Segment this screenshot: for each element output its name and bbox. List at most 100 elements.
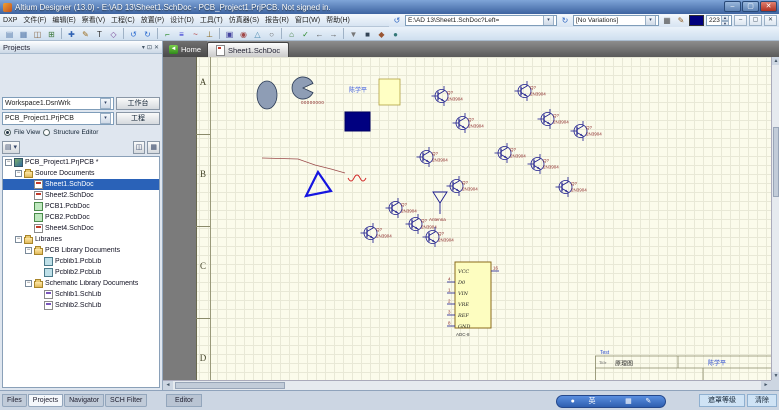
scroll-right-icon[interactable]: ►	[761, 381, 771, 390]
panel-tab-sch-filter[interactable]: SCH Filter	[105, 394, 147, 407]
panel-close-icon[interactable]: ✕	[154, 44, 159, 51]
transistor[interactable]: Q?2N3904	[423, 227, 455, 247]
minimize-button[interactable]: ‒	[724, 1, 741, 12]
toolbar-icon[interactable]: ≡	[175, 27, 188, 40]
tree-item[interactable]: Sheet1.SchDoc	[3, 179, 159, 190]
yellow-rectangle[interactable]	[379, 79, 400, 105]
spinner-arrows[interactable]: ▲▼	[721, 15, 729, 26]
maximize-button[interactable]: ▢	[742, 1, 759, 12]
toolbar-icon[interactable]: △	[251, 27, 264, 40]
transistor[interactable]: Q?2N3904	[453, 113, 485, 133]
panel-tab-navigator[interactable]: Navigator	[64, 394, 104, 407]
tree-expand-toggle[interactable]: −	[25, 280, 32, 287]
editor-tab[interactable]: Editor	[166, 394, 202, 407]
tab-sheet1[interactable]: Sheet1.SchDoc	[207, 42, 289, 57]
transistor[interactable]: Q?2N3904	[361, 223, 393, 243]
menu-item[interactable]: 仿真器(S)	[226, 15, 262, 25]
child-restore-button[interactable]: ▢	[749, 15, 762, 26]
toolbar-icon[interactable]: ◇	[107, 27, 120, 40]
toolbar-icon[interactable]: ⊥	[203, 27, 216, 40]
variations-combo[interactable]: [No Variations] ▾	[573, 15, 659, 26]
close-button[interactable]: ✕	[760, 1, 777, 12]
toolbar-icon[interactable]: ✎	[79, 27, 92, 40]
grid-icon[interactable]: ▦	[661, 15, 673, 26]
menu-item[interactable]: 文件(F)	[20, 15, 49, 25]
color-swatch[interactable]	[689, 15, 704, 26]
child-close-button[interactable]: ✕	[764, 15, 777, 26]
blue-triangle[interactable]	[306, 172, 331, 196]
transistor[interactable]: Q?2N3904	[515, 81, 547, 101]
toolbar-icon[interactable]: ⌐	[161, 27, 174, 40]
toolbar-icon[interactable]: ■	[361, 27, 374, 40]
navy-rectangle[interactable]	[345, 112, 370, 131]
tree-item[interactable]: −Source Documents	[3, 168, 159, 179]
chevron-down-icon[interactable]: ▾	[100, 98, 111, 109]
nav-back-icon[interactable]: ↺	[391, 15, 403, 26]
menu-item[interactable]: 察看(V)	[79, 15, 108, 25]
tree-item[interactable]: Schlib1.SchLib	[3, 289, 159, 300]
test-text[interactable]: Test	[600, 350, 610, 356]
ime-icon[interactable]: ·	[609, 396, 611, 407]
tree-item[interactable]: PCB2.PcbDoc	[3, 212, 159, 223]
transistor[interactable]: Q?2N3904	[432, 86, 464, 106]
panel-layers-button[interactable]: ◫	[133, 141, 146, 154]
toolbar-icon[interactable]: ▼	[347, 27, 360, 40]
vertical-scrollbar[interactable]: ▲ ▼	[771, 57, 779, 380]
toolbar-icon[interactable]: ~	[189, 27, 202, 40]
project-button[interactable]: 工程	[116, 112, 160, 125]
menu-item[interactable]: 放置(P)	[138, 15, 167, 25]
chevron-down-icon[interactable]: ▾	[543, 15, 554, 26]
vertical-scroll-thumb[interactable]	[773, 127, 779, 197]
schematic-canvas[interactable]: ABCD 00000000 陈学平	[163, 57, 771, 380]
scroll-left-icon[interactable]: ◄	[163, 381, 173, 390]
toolbar-icon[interactable]: ●	[389, 27, 402, 40]
chevron-down-icon[interactable]: ▾	[645, 15, 656, 26]
tree-expand-toggle[interactable]: −	[15, 236, 22, 243]
panel-tab-files[interactable]: Files	[2, 394, 27, 407]
menu-item[interactable]: 编辑(E)	[49, 15, 78, 25]
child-minimize-button[interactable]: ‒	[734, 15, 747, 26]
toolbar-icon[interactable]: ↺	[127, 27, 140, 40]
toolbar-icon[interactable]: ⌂	[285, 27, 298, 40]
ime-icon[interactable]: ▦	[625, 396, 632, 407]
transistor[interactable]: Q?2N3904	[556, 177, 588, 197]
toolbar-icon[interactable]: ○	[265, 27, 278, 40]
panel-grid-button[interactable]: ▦	[147, 141, 160, 154]
menu-item[interactable]: 设计(D)	[167, 15, 197, 25]
tree-expand-toggle[interactable]: −	[15, 170, 22, 177]
toolbar-icon[interactable]: ⊞	[45, 27, 58, 40]
tree-expand-toggle[interactable]: −	[5, 159, 12, 166]
tree-item[interactable]: Schlib2.SchLib	[3, 300, 159, 311]
toolbar-icon[interactable]: ✚	[65, 27, 78, 40]
toolbar-icon[interactable]: →	[327, 27, 340, 40]
tree-item[interactable]: Sheet4.SchDoc	[3, 223, 159, 234]
toolbar-icon[interactable]: ◆	[375, 27, 388, 40]
workspace-combo[interactable]: Workspace1.DsnWrk ▾	[2, 97, 114, 110]
value-spinner[interactable]: 223 ▲▼	[706, 15, 732, 26]
scroll-up-icon[interactable]: ▲	[772, 57, 779, 65]
red-squiggle[interactable]	[348, 175, 366, 181]
transistor[interactable]: Q?2N3904	[528, 154, 560, 174]
tree-item[interactable]: PCB1.PcbDoc	[3, 201, 159, 212]
toolbar-icon[interactable]: ✓	[299, 27, 312, 40]
tab-home[interactable]: ◄ Home	[163, 41, 207, 57]
panel-menu-icon[interactable]: ▾	[142, 44, 145, 51]
tree-item[interactable]: Sheet2.SchDoc	[3, 190, 159, 201]
document-path-combo[interactable]: E:\AD 13\Sheet1.SchDoc?Left= ▾	[405, 15, 557, 26]
menu-item[interactable]: 窗口(W)	[292, 15, 323, 25]
ime-icon[interactable]: 英	[589, 396, 596, 407]
tree-item[interactable]: Pcblib2.PcbLib	[3, 267, 159, 278]
polyline-shape[interactable]	[262, 158, 345, 173]
title-block[interactable]: Title 原理图 陈学平	[595, 356, 771, 380]
edit-icon[interactable]: ✎	[675, 15, 687, 26]
digits-text[interactable]: 00000000	[301, 100, 324, 105]
menu-item[interactable]: 帮助(H)	[323, 15, 353, 25]
transistor[interactable]: Q?2N3904	[571, 121, 603, 141]
horizontal-scroll-thumb[interactable]	[175, 382, 285, 389]
toolbar-icon[interactable]: ▤	[3, 27, 16, 40]
transistor[interactable]: Q?2N3904	[495, 143, 527, 163]
scroll-down-icon[interactable]: ▼	[772, 372, 779, 380]
clear-button[interactable]: 清除	[747, 394, 777, 407]
panel-pin-icon[interactable]: ⊡	[147, 44, 152, 51]
structure-editor-radio[interactable]	[43, 129, 50, 136]
